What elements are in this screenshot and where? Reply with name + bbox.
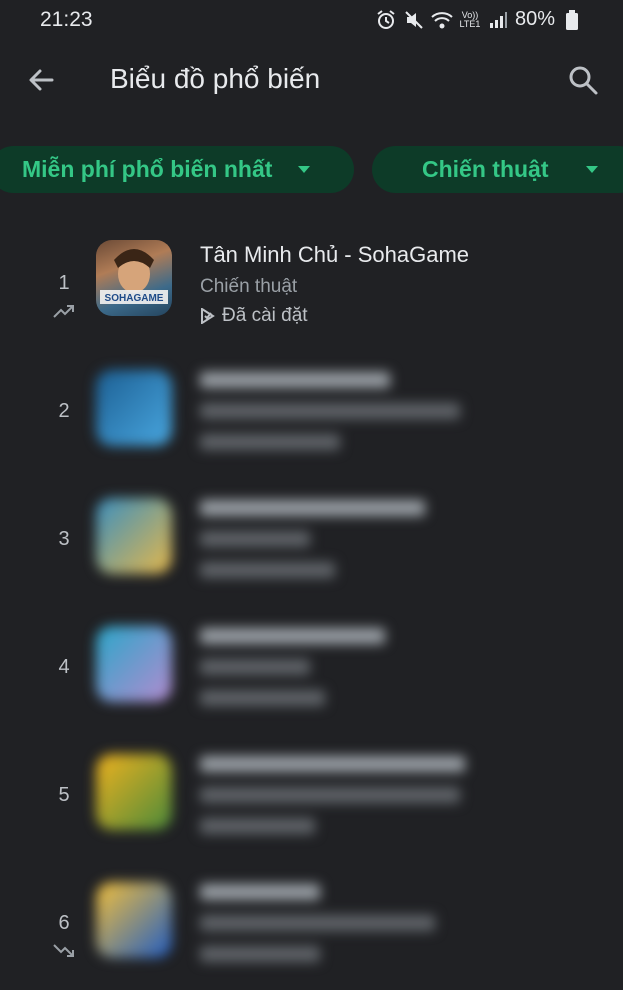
- rank-number: 6: [58, 912, 70, 934]
- blurred-text: [200, 884, 435, 967]
- mute-icon: [403, 9, 425, 31]
- category-label: Chiến thuật: [422, 156, 549, 182]
- status-time: 21:23: [40, 8, 93, 31]
- app-icon: [96, 498, 172, 574]
- app-icon: [96, 370, 172, 446]
- chart-type-dropdown[interactable]: Miễn phí phổ biến nhất: [0, 146, 354, 193]
- svg-text:SOHAGAME: SOHAGAME: [105, 293, 164, 304]
- app-bar: Biểu đồ phổ biến: [0, 40, 623, 120]
- status-icons: Vo)) LTE1 80%: [375, 8, 583, 31]
- installed-icon: [201, 308, 215, 324]
- battery-percentage: 80%: [514, 8, 555, 30]
- page-title: Biểu đồ phổ biến: [110, 63, 321, 94]
- search-icon: [569, 66, 598, 95]
- app-name: Tân Minh Chủ - SohaGame: [200, 242, 470, 267]
- chevron-down-icon: [586, 166, 598, 173]
- chevron-down-icon: [298, 166, 310, 173]
- rank-number: 1: [58, 272, 70, 294]
- app-icon: [96, 754, 172, 830]
- blurred-text: [200, 500, 425, 583]
- trending-up-icon: [53, 305, 74, 318]
- status-bar: 21:23 Vo)) LTE1 80%: [0, 0, 623, 40]
- back-arrow-icon: [29, 69, 54, 91]
- list-item[interactable]: 5: [0, 742, 623, 862]
- wifi-icon: [431, 9, 453, 31]
- app-icon: [96, 626, 172, 702]
- battery-icon: [561, 9, 583, 31]
- rank-number: 5: [58, 784, 70, 806]
- chart-type-label: Miễn phí phổ biến nhất: [22, 156, 273, 182]
- signal-icon: [487, 9, 509, 31]
- list-item[interactable]: 2: [0, 358, 623, 478]
- category-dropdown[interactable]: Chiến thuật: [372, 146, 623, 193]
- list-item[interactable]: 1 SOHAGAME Tân Minh Chủ - SohaGame Chiến…: [0, 230, 623, 350]
- app-icon: SOHAGAME: [96, 240, 172, 316]
- blurred-text: [200, 372, 460, 455]
- search-button[interactable]: [563, 60, 603, 100]
- back-button[interactable]: [22, 60, 62, 100]
- blurred-text: [200, 756, 465, 839]
- rank-number: 4: [58, 656, 70, 678]
- blurred-text: [200, 628, 385, 711]
- rank-number: 3: [58, 528, 70, 550]
- rank-number: 2: [58, 400, 70, 422]
- list-item[interactable]: 4: [0, 614, 623, 734]
- alarm-icon: [375, 9, 397, 31]
- volte-icon: Vo)) LTE1: [459, 9, 481, 29]
- list-item[interactable]: 6: [0, 870, 623, 990]
- app-category: Chiến thuật: [200, 276, 298, 297]
- trending-down-icon: [53, 944, 74, 957]
- app-icon: [96, 882, 172, 958]
- install-status: Đã cài đặt: [222, 305, 308, 326]
- list-item[interactable]: 3: [0, 486, 623, 606]
